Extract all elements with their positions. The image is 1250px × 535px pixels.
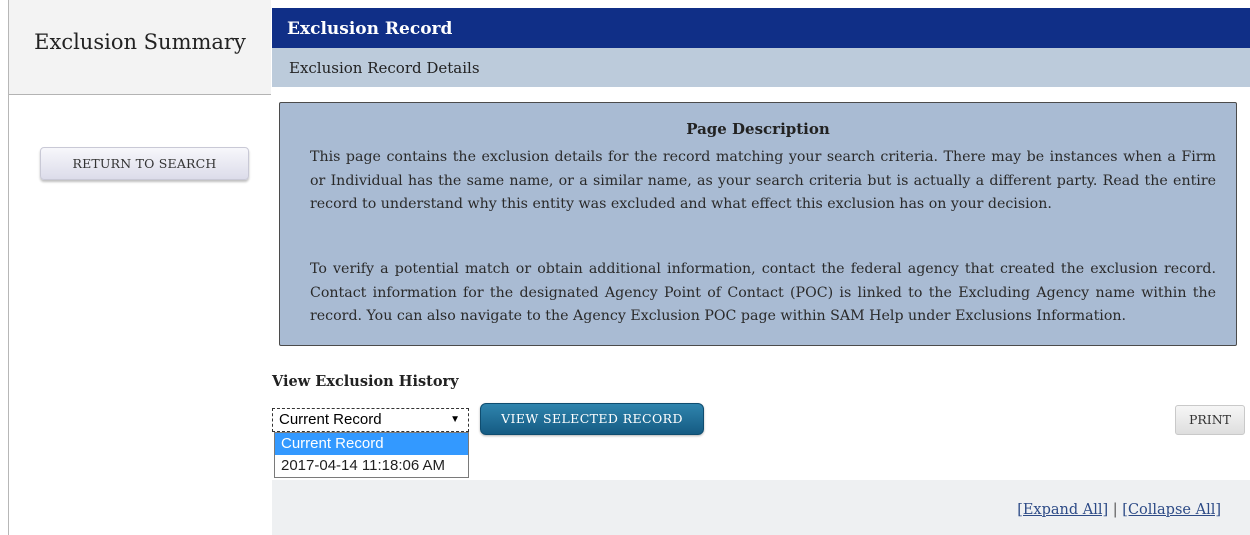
select-current-value: Current Record bbox=[279, 411, 382, 428]
record-toolbar-strip: [Expand All] | [Collapse All] bbox=[272, 480, 1250, 535]
link-separator: | bbox=[1112, 502, 1118, 518]
exclusion-history-options: Current Record 2017-04-14 11:18:06 AM bbox=[274, 432, 469, 478]
collapse-all-link[interactable]: [Collapse All] bbox=[1122, 502, 1221, 518]
option-current-record[interactable]: Current Record bbox=[275, 433, 468, 455]
print-button[interactable]: PRINT bbox=[1175, 405, 1245, 435]
expand-collapse-links: [Expand All] | [Collapse All] bbox=[1017, 502, 1221, 518]
dropdown-arrow-icon: ▼ bbox=[450, 414, 460, 425]
exclusion-summary-title: Exclusion Summary bbox=[34, 30, 246, 54]
exclusion-history-select[interactable]: Current Record ▼ bbox=[272, 408, 469, 432]
return-to-search-button[interactable]: RETURN TO SEARCH bbox=[40, 147, 249, 180]
option-history-record[interactable]: 2017-04-14 11:18:06 AM bbox=[275, 455, 468, 477]
section-title: Exclusion Record Details bbox=[289, 59, 480, 77]
expand-all-link[interactable]: [Expand All] bbox=[1017, 502, 1108, 518]
view-selected-record-button[interactable]: VIEW SELECTED RECORD bbox=[480, 403, 704, 435]
exclusion-summary-panel: Exclusion Summary bbox=[9, 0, 271, 95]
page-description-title: Page Description bbox=[686, 120, 830, 138]
view-exclusion-history-label: View Exclusion History bbox=[272, 373, 459, 390]
left-sidebar: Exclusion Summary RETURN TO SEARCH bbox=[8, 0, 271, 535]
page-description-paragraph-2: To verify a potential match or obtain ad… bbox=[310, 261, 1216, 324]
page-description-panel: Page Description This page contains the … bbox=[279, 102, 1237, 346]
page-title: Exclusion Record bbox=[287, 19, 453, 39]
exclusion-record-details-header: Exclusion Record Details bbox=[272, 48, 1250, 87]
exclusion-record-header: Exclusion Record bbox=[272, 8, 1250, 48]
page-description-paragraph-1: This page contains the exclusion details… bbox=[310, 149, 1216, 212]
